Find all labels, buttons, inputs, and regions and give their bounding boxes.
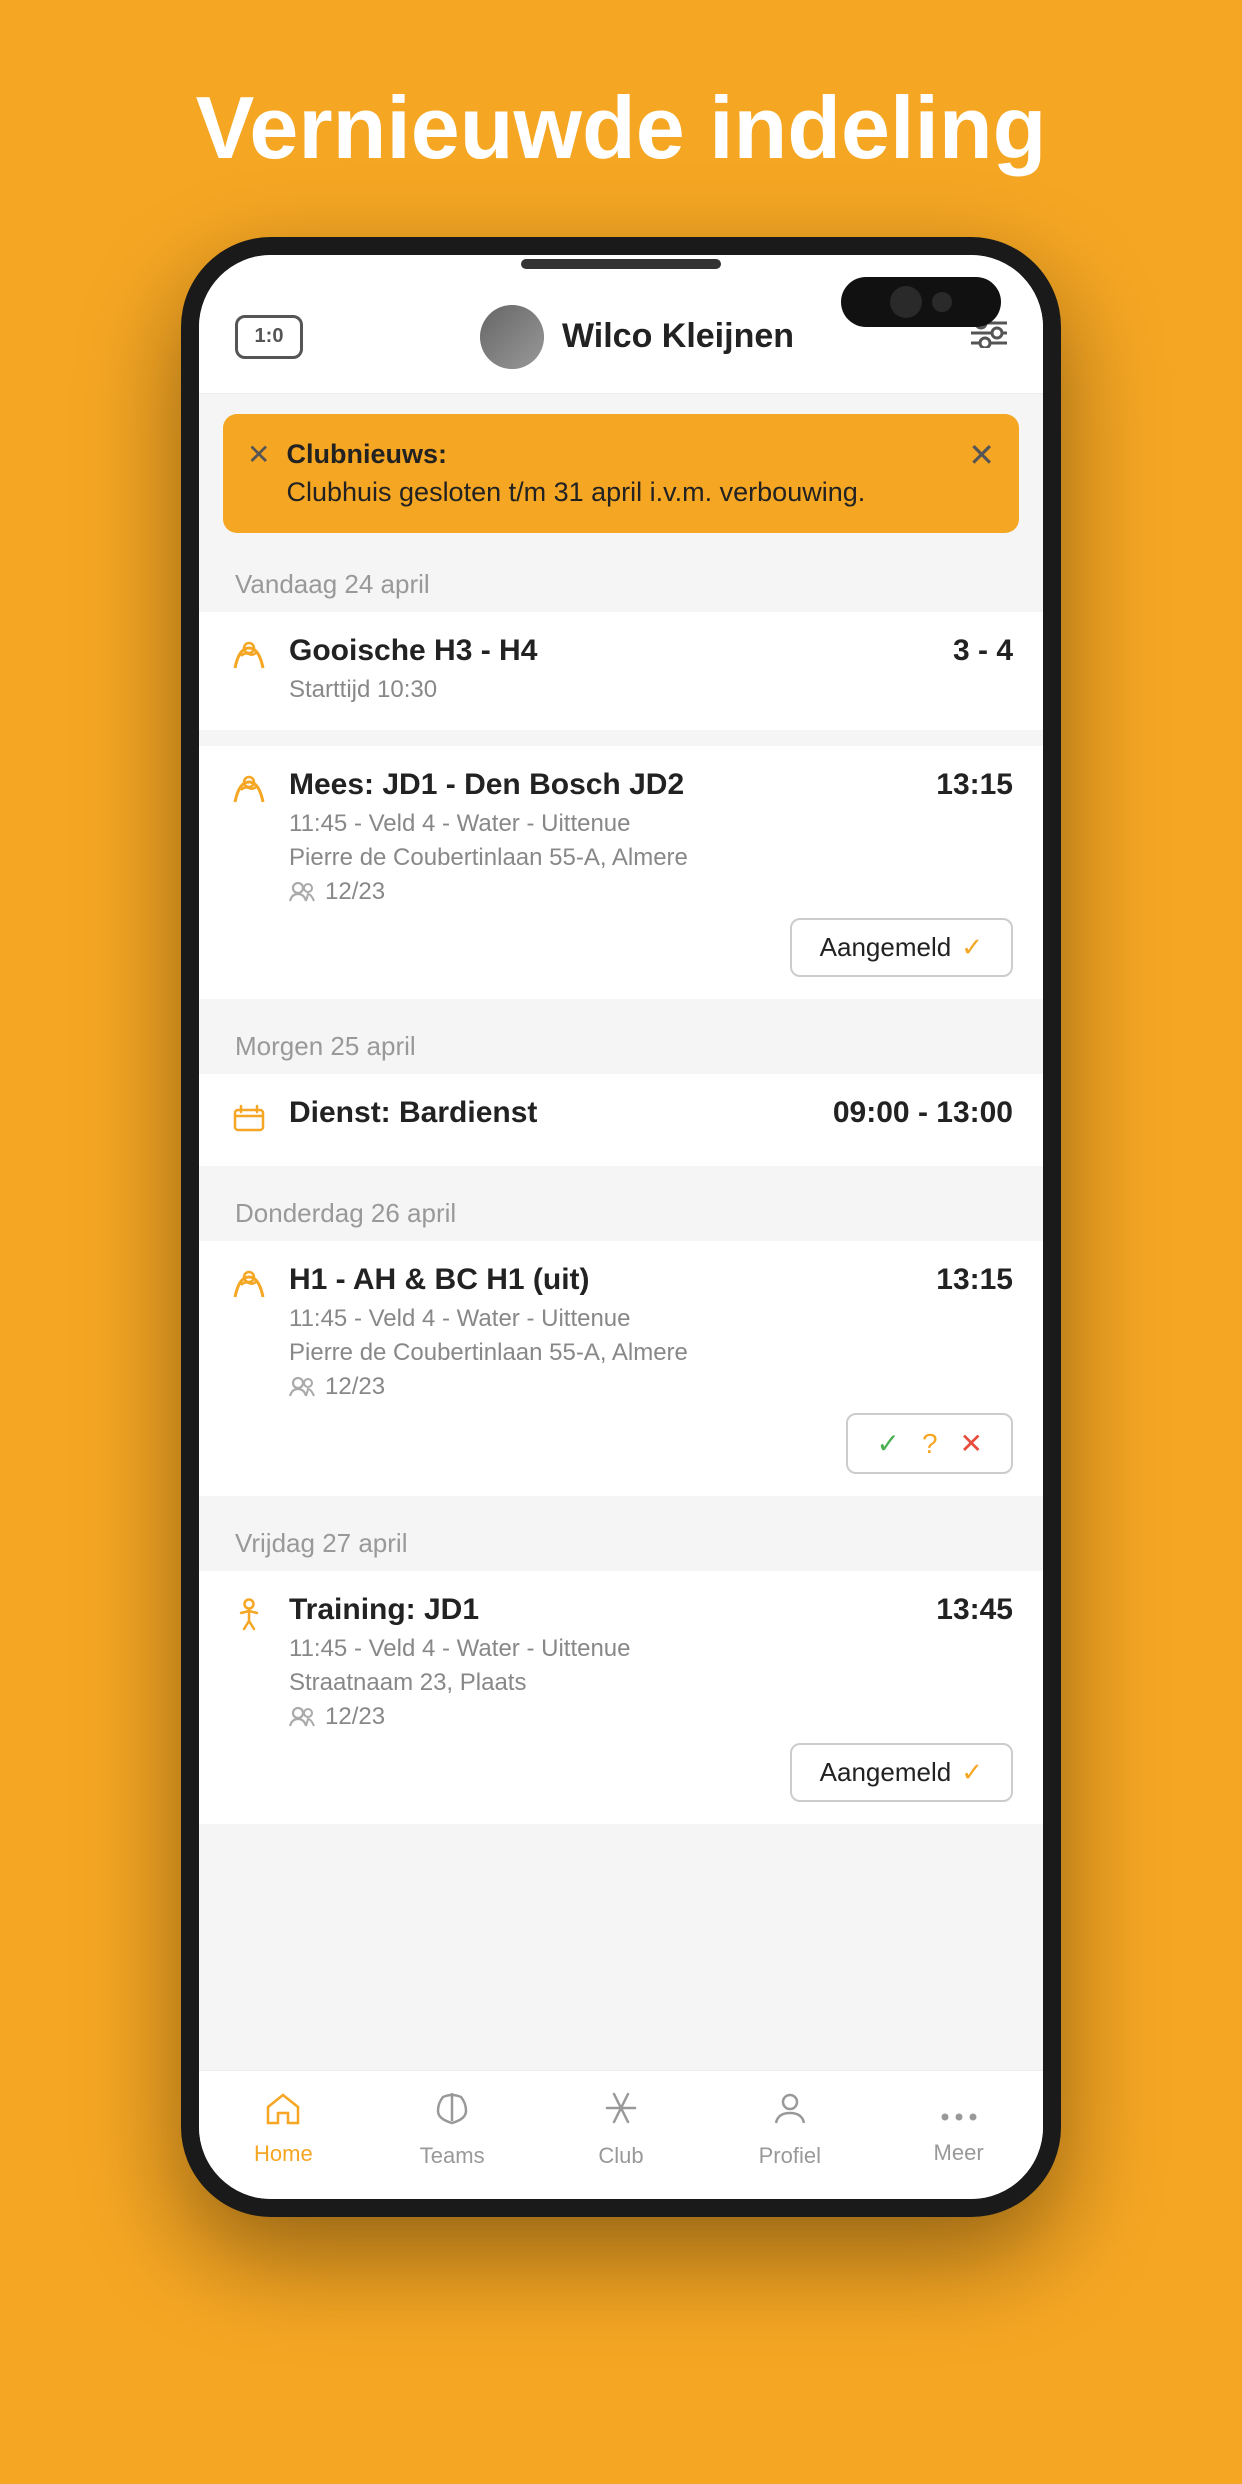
nav-label-profiel: Profiel [759, 2143, 821, 2169]
event-title: Mees: JD1 - Den Bosch JD2 [289, 768, 924, 802]
aangemeld-button-2[interactable]: Aangemeld ✓ [790, 1743, 1013, 1802]
nav-label-meer: Meer [934, 2140, 984, 2166]
event-players: 12/23 [289, 1373, 1013, 1401]
event-location: Straatnaam 23, Plaats [289, 1669, 1013, 1697]
event-item: Mees: JD1 - Den Bosch JD2 13:15 11:45 - … [199, 746, 1043, 999]
match-icon [229, 772, 269, 816]
banner-title: Clubnieuws: [286, 439, 447, 469]
profile-icon [771, 2089, 809, 2137]
event-players: 12/23 [289, 1703, 1013, 1731]
page-title: Vernieuwde indeling [196, 80, 1047, 177]
maybe-button[interactable]: ? [922, 1428, 938, 1460]
event-item: Training: JD1 13:45 11:45 - Veld 4 - Wat… [199, 1571, 1043, 1824]
nav-label-club: Club [598, 2143, 643, 2169]
match-icon [229, 1267, 269, 1311]
nav-item-profiel[interactable]: Profiel [740, 2089, 840, 2169]
news-banner: ✕ Clubnieuws: Clubhuis gesloten t/m 31 a… [223, 414, 1019, 534]
nav-label-home: Home [254, 2141, 313, 2167]
event-players: 12/23 [289, 878, 1013, 906]
match-icon [229, 638, 269, 682]
event-subtitle: 11:45 - Veld 4 - Water - Uittenue [289, 806, 1013, 842]
event-time: 3 - 4 [953, 634, 1013, 668]
teams-icon [433, 2089, 471, 2137]
yes-button[interactable]: ✓ [876, 1427, 899, 1460]
user-info: Wilco Kleijnen [480, 305, 794, 369]
camera-area [841, 277, 1001, 327]
nav-label-teams: Teams [420, 2143, 485, 2169]
event-title: Dienst: Bardienst [289, 1096, 821, 1130]
date-header-thursday: Donderdag 26 april [199, 1182, 1043, 1241]
event-title: Training: JD1 [289, 1593, 924, 1627]
event-title: Gooische H3 - H4 [289, 634, 941, 668]
bottom-nav: Home Teams Club [199, 2070, 1043, 2199]
nav-item-club[interactable]: Club [571, 2089, 671, 2169]
banner-message: Clubhuis gesloten t/m 31 april i.v.m. ve… [286, 477, 865, 507]
training-icon [229, 1597, 269, 1641]
score-icon[interactable]: 1:0 [235, 315, 303, 359]
club-icon [602, 2089, 640, 2137]
content-area: ✕ Clubnieuws: Clubhuis gesloten t/m 31 a… [199, 394, 1043, 2070]
event-time: 13:15 [936, 1263, 1013, 1297]
event-time: 13:15 [936, 768, 1013, 802]
response-buttons: ✓ ? ✕ [846, 1413, 1013, 1474]
event-title: H1 - AH & BC H1 (uit) [289, 1263, 924, 1297]
date-header-friday: Vrijdag 27 april [199, 1512, 1043, 1571]
nav-item-home[interactable]: Home [233, 2091, 333, 2167]
date-header-tomorrow: Morgen 25 april [199, 1015, 1043, 1074]
date-header-today: Vandaag 24 april [199, 553, 1043, 612]
no-button[interactable]: ✕ [960, 1427, 983, 1460]
service-icon [229, 1100, 269, 1144]
home-icon [264, 2091, 302, 2135]
phone-shell: 1:0 Wilco Kleijnen [181, 237, 1061, 2217]
event-time: 09:00 - 13:00 [833, 1096, 1013, 1130]
aangemeld-button[interactable]: Aangemeld ✓ [790, 918, 1013, 977]
event-item: Dienst: Bardienst 09:00 - 13:00 [199, 1074, 1043, 1166]
user-name: Wilco Kleijnen [562, 317, 794, 356]
avatar [480, 305, 544, 369]
event-location: Pierre de Coubertinlaan 55-A, Almere [289, 1339, 1013, 1367]
event-item: Gooische H3 - H4 3 - 4 Starttijd 10:30 [199, 612, 1043, 730]
meer-icon [940, 2091, 978, 2134]
event-subtitle: 11:45 - Veld 4 - Water - Uittenue [289, 1301, 1013, 1337]
event-time: 13:45 [936, 1593, 1013, 1627]
banner-close-button[interactable]: ✕ [968, 436, 995, 474]
event-subtitle: 11:45 - Veld 4 - Water - Uittenue [289, 1631, 1013, 1667]
nav-item-teams[interactable]: Teams [402, 2089, 502, 2169]
event-subtitle: Starttijd 10:30 [289, 672, 1013, 708]
phone-screen: 1:0 Wilco Kleijnen [199, 255, 1043, 2199]
event-location: Pierre de Coubertinlaan 55-A, Almere [289, 844, 1013, 872]
banner-x-icon: ✕ [247, 438, 270, 471]
event-item: H1 - AH & BC H1 (uit) 13:15 11:45 - Veld… [199, 1241, 1043, 1496]
nav-item-meer[interactable]: Meer [909, 2091, 1009, 2166]
